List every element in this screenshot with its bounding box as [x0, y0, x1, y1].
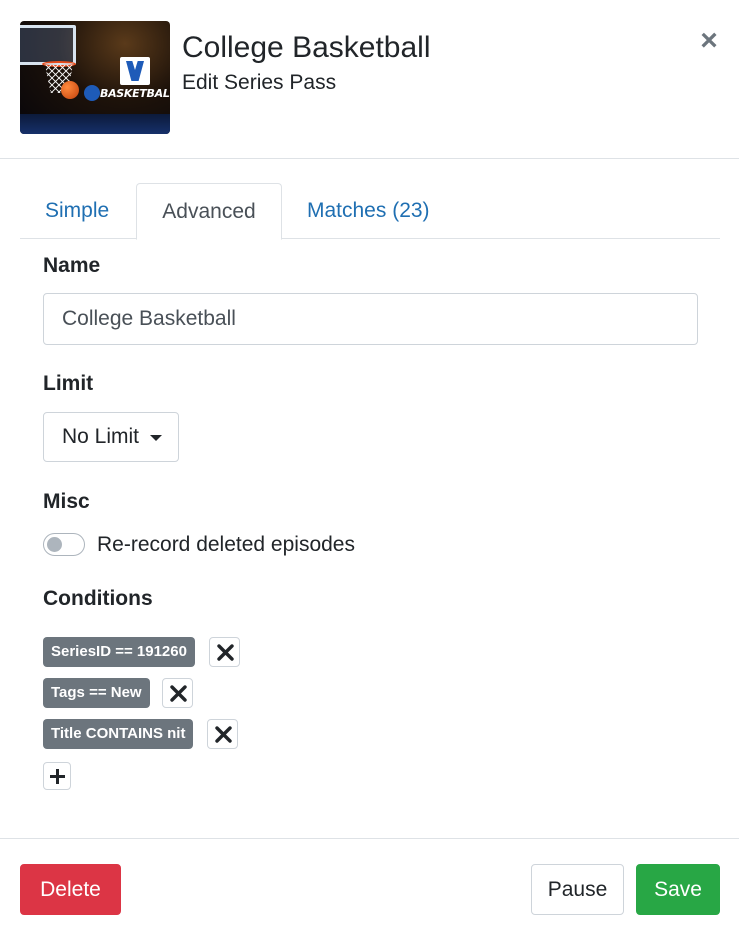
name-input[interactable]: [43, 293, 698, 345]
remove-condition-button[interactable]: [207, 719, 238, 749]
remove-condition-button[interactable]: [162, 678, 193, 708]
conditions-label: Conditions: [43, 587, 153, 610]
caret-down-icon: [150, 435, 162, 441]
league-logo-icon: [120, 57, 150, 85]
remove-condition-button[interactable]: [209, 637, 240, 667]
modal-header: BASKETBALL College Basketball Edit Serie…: [0, 0, 739, 159]
plus-icon: [50, 769, 65, 784]
add-condition-button[interactable]: [43, 762, 71, 790]
rerecord-toggle[interactable]: [43, 533, 85, 556]
tab-matches[interactable]: Matches (23): [307, 183, 507, 239]
court-graphic: [20, 114, 170, 134]
basketball-graphic: [61, 81, 79, 99]
series-pass-modal: BASKETBALL College Basketball Edit Serie…: [0, 0, 739, 933]
x-icon: [170, 685, 187, 702]
delete-button[interactable]: Delete: [20, 864, 121, 915]
thumbnail-logo-text: BASKETBALL: [100, 87, 170, 100]
misc-label: Misc: [43, 490, 90, 513]
rerecord-label[interactable]: Re-record deleted episodes: [97, 531, 355, 559]
toggle-knob: [47, 537, 62, 552]
tab-advanced[interactable]: Advanced: [136, 183, 282, 240]
name-label: Name: [43, 254, 101, 277]
limit-dropdown-value: No Limit: [62, 425, 140, 448]
series-thumbnail: BASKETBALL: [20, 21, 170, 134]
modal-footer: Delete Pause Save: [0, 838, 739, 933]
pause-button[interactable]: Pause: [531, 864, 624, 915]
x-icon: [217, 644, 234, 661]
modal-title: College Basketball: [182, 31, 431, 64]
condition-badge: SeriesID == 191260: [43, 637, 195, 667]
tab-simple[interactable]: Simple: [20, 183, 136, 239]
save-button[interactable]: Save: [636, 864, 720, 915]
condition-badge: Tags == New: [43, 678, 150, 708]
limit-label: Limit: [43, 372, 94, 395]
close-icon[interactable]: ×: [694, 26, 724, 56]
limit-dropdown[interactable]: No Limit: [43, 412, 179, 462]
tab-bar: Simple Advanced Matches (23): [20, 183, 720, 240]
x-icon: [215, 726, 232, 743]
backboard-graphic: [20, 25, 76, 65]
condition-badge: Title CONTAINS nit: [43, 719, 194, 749]
modal-subtitle: Edit Series Pass: [182, 71, 337, 94]
ncaa-logo-icon: [84, 85, 100, 101]
